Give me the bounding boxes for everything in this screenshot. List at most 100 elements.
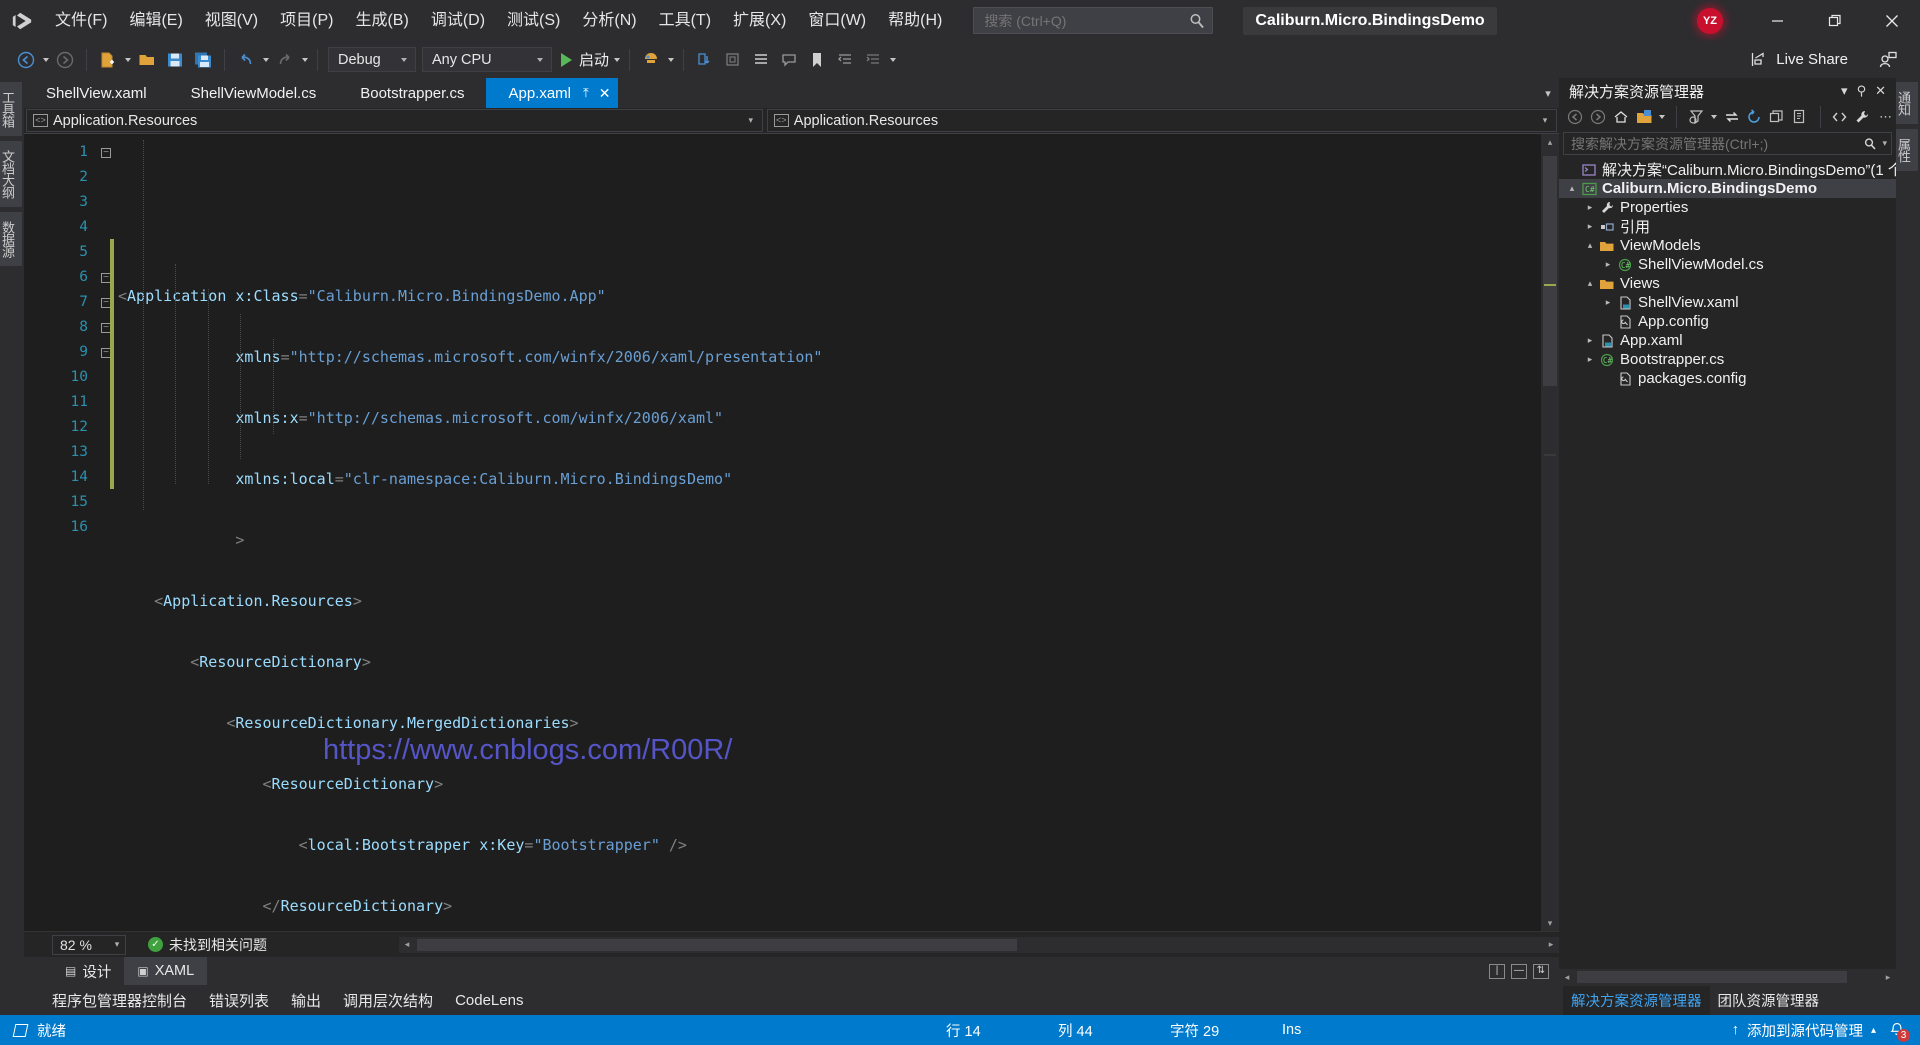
- chevron-down-icon[interactable]: ▾: [109, 939, 125, 950]
- step-into-icon[interactable]: [692, 47, 718, 73]
- expander-icon[interactable]: ▴: [1565, 183, 1579, 194]
- menu-debug[interactable]: 调试(D): [420, 5, 496, 37]
- navigate-backward-icon[interactable]: [13, 47, 39, 73]
- tab-solution-explorer[interactable]: 解决方案资源管理器: [1563, 985, 1710, 1015]
- home-icon[interactable]: [1611, 107, 1632, 128]
- close-icon[interactable]: ✕: [1875, 83, 1886, 99]
- menu-extensions[interactable]: 扩展(X): [722, 5, 797, 37]
- live-share-session-icon[interactable]: [1878, 50, 1898, 70]
- show-all-files-icon[interactable]: [1634, 107, 1655, 128]
- swap-panes-icon[interactable]: ⇅: [1533, 963, 1549, 979]
- undo-icon[interactable]: [233, 47, 259, 73]
- navbar-member-combo[interactable]: <> Application.Resources ▾: [766, 109, 1557, 132]
- outlining-gutter[interactable]: − − − − −: [94, 134, 118, 931]
- tab-design-view[interactable]: ▤ 设计: [52, 957, 124, 985]
- new-project-icon[interactable]: [95, 47, 121, 73]
- code-editor[interactable]: 1 2 3 4 5 6 7 8 9 10 11 12 13 14 15 16 −…: [24, 134, 1559, 931]
- dock-tab-toolbox[interactable]: 工具箱: [0, 82, 22, 136]
- tool-tab-codelens[interactable]: CodeLens: [455, 992, 523, 1009]
- avatar[interactable]: YZ: [1697, 7, 1723, 34]
- tree-item-app-xaml[interactable]: ▸ App.xaml: [1559, 331, 1896, 350]
- redo-icon[interactable]: [272, 47, 298, 73]
- tree-item-project[interactable]: ▴ C# Caliburn.Micro.BindingsDemo: [1559, 179, 1896, 198]
- chevron-down-icon[interactable]: [1656, 105, 1666, 129]
- minimize-button[interactable]: [1749, 0, 1806, 41]
- tool-tab-package-manager-console[interactable]: 程序包管理器控制台: [52, 990, 187, 1011]
- menu-edit[interactable]: 编辑(E): [118, 5, 193, 37]
- hot-reload-icon[interactable]: [638, 47, 664, 73]
- chevron-down-icon[interactable]: ▾: [744, 115, 758, 126]
- save-icon[interactable]: [162, 47, 188, 73]
- status-source-control-label[interactable]: 添加到源代码管理: [1747, 1020, 1863, 1041]
- menu-build[interactable]: 生成(B): [344, 5, 419, 37]
- tool-tab-output[interactable]: 输出: [291, 990, 321, 1011]
- chevron-down-icon[interactable]: ▾: [1882, 138, 1887, 149]
- tree-item-views-folder[interactable]: ▴ Views: [1559, 274, 1896, 293]
- hot-reload-dropdown-icon[interactable]: [665, 48, 676, 72]
- navigate-backward-dropdown-icon[interactable]: [40, 48, 51, 72]
- chevron-down-icon[interactable]: ▾: [1538, 115, 1552, 126]
- expander-icon[interactable]: ▸: [1601, 297, 1615, 308]
- editor-vertical-scrollbar[interactable]: ▴ ▾: [1541, 134, 1559, 931]
- fold-toggle[interactable]: −: [94, 290, 118, 315]
- solution-explorer-search-box[interactable]: ▾: [1563, 132, 1892, 155]
- increase-indent-icon[interactable]: [860, 47, 886, 73]
- tree-item-shellviewmodel-cs[interactable]: ▸ C# ShellViewModel.cs: [1559, 255, 1896, 274]
- tree-item-app-config[interactable]: App.config: [1559, 312, 1896, 331]
- undo-dropdown-icon[interactable]: [260, 48, 271, 72]
- fold-toggle[interactable]: −: [94, 265, 118, 290]
- live-share-group[interactable]: Live Share: [1750, 50, 1920, 70]
- scrollbar-thumb[interactable]: [1543, 156, 1557, 386]
- properties-page-icon[interactable]: [1790, 107, 1811, 128]
- navbar-type-combo[interactable]: <> Application.Resources ▾: [26, 109, 763, 132]
- start-debug-button[interactable]: 启动: [555, 47, 611, 73]
- expander-icon[interactable]: ▸: [1583, 335, 1597, 346]
- properties-wrench-icon[interactable]: [1852, 107, 1873, 128]
- collapse-all-icon[interactable]: [1767, 107, 1788, 128]
- start-debug-dropdown-icon[interactable]: [611, 48, 622, 72]
- solution-explorer-tree[interactable]: 解决方案“Caliburn.Micro.BindingsDemo”(1 个项目)…: [1559, 158, 1896, 969]
- editor-horizontal-scrollbar[interactable]: ◂ ▸: [399, 936, 1559, 953]
- expander-icon[interactable]: ▴: [1583, 240, 1597, 251]
- notifications-bell-icon[interactable]: 3: [1884, 1019, 1910, 1042]
- menu-help[interactable]: 帮助(H): [877, 5, 953, 37]
- chevron-down-icon[interactable]: [1709, 105, 1719, 129]
- save-all-icon[interactable]: [190, 47, 216, 73]
- document-tab-shellviewmodel-cs[interactable]: ShellViewModel.cs: [168, 78, 339, 108]
- maximize-restore-button[interactable]: [1806, 0, 1863, 41]
- document-tab-app-xaml[interactable]: App.xaml ⤒ ✕: [486, 78, 619, 108]
- tool-tab-error-list[interactable]: 错误列表: [209, 990, 269, 1011]
- dock-tab-properties[interactable]: 属性: [1896, 129, 1918, 171]
- scroll-right-icon[interactable]: ▸: [1543, 937, 1559, 953]
- chevron-down-icon[interactable]: [396, 58, 411, 62]
- menu-window[interactable]: 窗口(W): [797, 5, 877, 37]
- expander-icon[interactable]: ▴: [1583, 278, 1597, 289]
- tab-team-explorer[interactable]: 团队资源管理器: [1710, 986, 1828, 1015]
- tool-tab-call-hierarchy[interactable]: 调用层次结构: [343, 990, 433, 1011]
- refresh-icon[interactable]: [1744, 107, 1765, 128]
- fold-toggle[interactable]: −: [94, 140, 118, 165]
- tree-item-references[interactable]: ▸ 引用: [1559, 217, 1896, 236]
- open-file-icon[interactable]: [134, 47, 160, 73]
- tree-item-shellview-xaml[interactable]: ▸ ShellView.xaml: [1559, 293, 1896, 312]
- more-windows-icon[interactable]: [748, 47, 774, 73]
- redo-dropdown-icon[interactable]: [299, 48, 310, 72]
- tree-item-packages-config[interactable]: packages.config: [1559, 369, 1896, 388]
- close-button[interactable]: [1863, 0, 1920, 41]
- dock-tab-notifications[interactable]: 通知: [1896, 82, 1918, 124]
- solution-configuration-combo[interactable]: Debug: [328, 47, 416, 72]
- view-code-icon[interactable]: [1829, 107, 1850, 128]
- menu-tools[interactable]: 工具(T): [648, 5, 722, 37]
- tree-item-properties[interactable]: ▸ Properties: [1559, 198, 1896, 217]
- zoom-level-combo[interactable]: 82 % ▾: [52, 934, 126, 955]
- code-text[interactable]: <Application x:Class="Caliburn.Micro.Bin…: [118, 134, 1541, 931]
- scroll-left-icon[interactable]: ◂: [1559, 969, 1575, 985]
- document-tab-bootstrapper-cs[interactable]: Bootstrapper.cs: [338, 78, 487, 108]
- solution-explorer-horizontal-scrollbar[interactable]: ◂ ▸: [1559, 969, 1896, 985]
- breakpoint-gutter[interactable]: [24, 134, 46, 931]
- pending-changes-filter-icon[interactable]: [1686, 107, 1707, 128]
- tree-item-viewmodels-folder[interactable]: ▴ ViewModels: [1559, 236, 1896, 255]
- comment-icon[interactable]: [776, 47, 802, 73]
- tree-item-bootstrapper-cs[interactable]: ▸ C# Bootstrapper.cs: [1559, 350, 1896, 369]
- new-project-dropdown-icon[interactable]: [122, 48, 133, 72]
